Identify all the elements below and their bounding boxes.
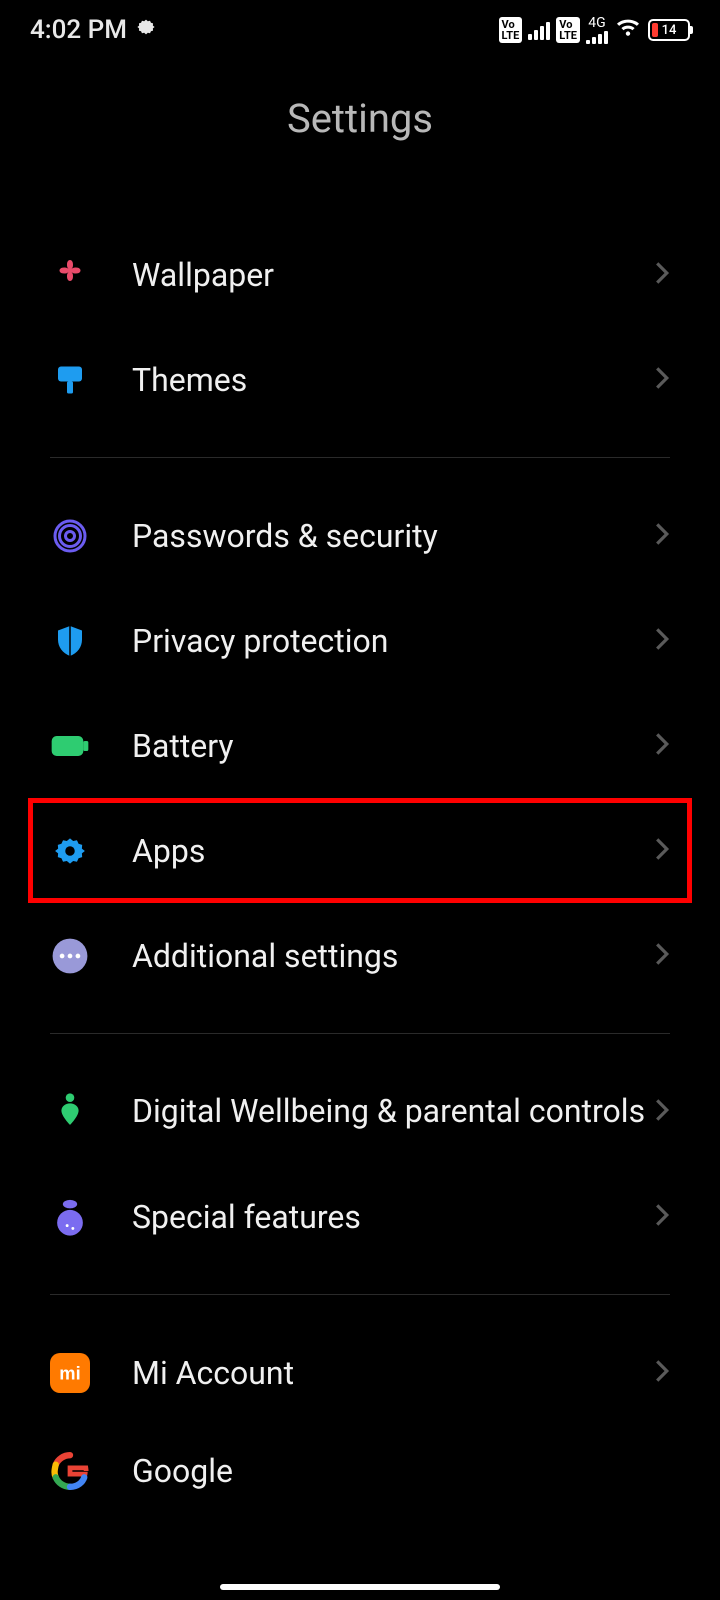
item-label: Google bbox=[132, 1452, 670, 1490]
divider bbox=[50, 1294, 670, 1295]
status-time: 4:02 PM bbox=[30, 15, 127, 45]
chevron-right-icon bbox=[654, 941, 670, 971]
item-label: Mi Account bbox=[132, 1354, 654, 1392]
page-title: Settings bbox=[0, 95, 720, 142]
battery-icon bbox=[50, 726, 90, 766]
svg-text:mi: mi bbox=[59, 1362, 80, 1383]
battery-level: 14 bbox=[662, 23, 677, 38]
item-label: Wallpaper bbox=[132, 256, 654, 294]
status-bar: 4:02 PM VoLTE VoLTE 4G 14 bbox=[0, 0, 720, 60]
chevron-right-icon bbox=[654, 260, 670, 290]
item-label: Privacy protection bbox=[132, 622, 654, 660]
home-indicator[interactable] bbox=[220, 1584, 500, 1590]
item-label: Apps bbox=[132, 832, 654, 870]
status-right: VoLTE VoLTE 4G 14 bbox=[499, 15, 690, 45]
settings-item-mi-account[interactable]: mi Mi Account bbox=[0, 1320, 720, 1425]
settings-item-google[interactable]: Google bbox=[0, 1425, 720, 1491]
item-label: Special features bbox=[132, 1198, 654, 1236]
flower-icon bbox=[50, 255, 90, 295]
item-label: Digital Wellbeing & parental controls bbox=[132, 1091, 654, 1133]
divider bbox=[50, 1033, 670, 1034]
item-label: Battery bbox=[132, 727, 654, 765]
chevron-right-icon bbox=[654, 521, 670, 551]
settings-item-passwords-security[interactable]: Passwords & security bbox=[0, 483, 720, 588]
item-label: Themes bbox=[132, 361, 654, 399]
person-heart-icon bbox=[50, 1092, 90, 1132]
settings-item-additional-settings[interactable]: Additional settings bbox=[0, 903, 720, 1008]
network-type-label: 4G bbox=[588, 16, 605, 30]
mi-icon: mi bbox=[50, 1353, 90, 1393]
chevron-right-icon bbox=[654, 731, 670, 761]
google-icon bbox=[50, 1451, 90, 1491]
divider bbox=[50, 457, 670, 458]
wifi-icon bbox=[614, 15, 642, 45]
volte-icon-2: VoLTE bbox=[556, 17, 580, 43]
chevron-right-icon bbox=[654, 836, 670, 866]
brush-icon bbox=[50, 360, 90, 400]
signal-icon-2 bbox=[586, 30, 608, 44]
flask-icon bbox=[50, 1197, 90, 1237]
item-label: Passwords & security bbox=[132, 517, 654, 555]
settings-icon bbox=[135, 15, 157, 45]
settings-item-special-features[interactable]: Special features bbox=[0, 1164, 720, 1269]
chevron-right-icon bbox=[654, 365, 670, 395]
chevron-right-icon bbox=[654, 1358, 670, 1388]
status-left: 4:02 PM bbox=[30, 15, 157, 45]
shield-icon bbox=[50, 621, 90, 661]
settings-list: Wallpaper Themes Passwords & security Pr… bbox=[0, 222, 720, 1491]
fingerprint-icon bbox=[50, 516, 90, 556]
signal-icon-1 bbox=[528, 20, 550, 40]
settings-item-apps[interactable]: Apps bbox=[28, 798, 692, 903]
battery-icon: 14 bbox=[648, 19, 690, 41]
chevron-right-icon bbox=[654, 1202, 670, 1232]
settings-item-battery[interactable]: Battery bbox=[0, 693, 720, 798]
settings-item-wallpaper[interactable]: Wallpaper bbox=[0, 222, 720, 327]
chevron-right-icon bbox=[654, 1097, 670, 1127]
dots-icon bbox=[50, 936, 90, 976]
settings-item-privacy-protection[interactable]: Privacy protection bbox=[0, 588, 720, 693]
volte-icon-1: VoLTE bbox=[499, 17, 523, 43]
settings-item-themes[interactable]: Themes bbox=[0, 327, 720, 432]
gear-icon bbox=[50, 831, 90, 871]
item-label: Additional settings bbox=[132, 937, 654, 975]
chevron-right-icon bbox=[654, 626, 670, 656]
settings-item-digital-wellbeing[interactable]: Digital Wellbeing & parental controls bbox=[0, 1059, 720, 1164]
